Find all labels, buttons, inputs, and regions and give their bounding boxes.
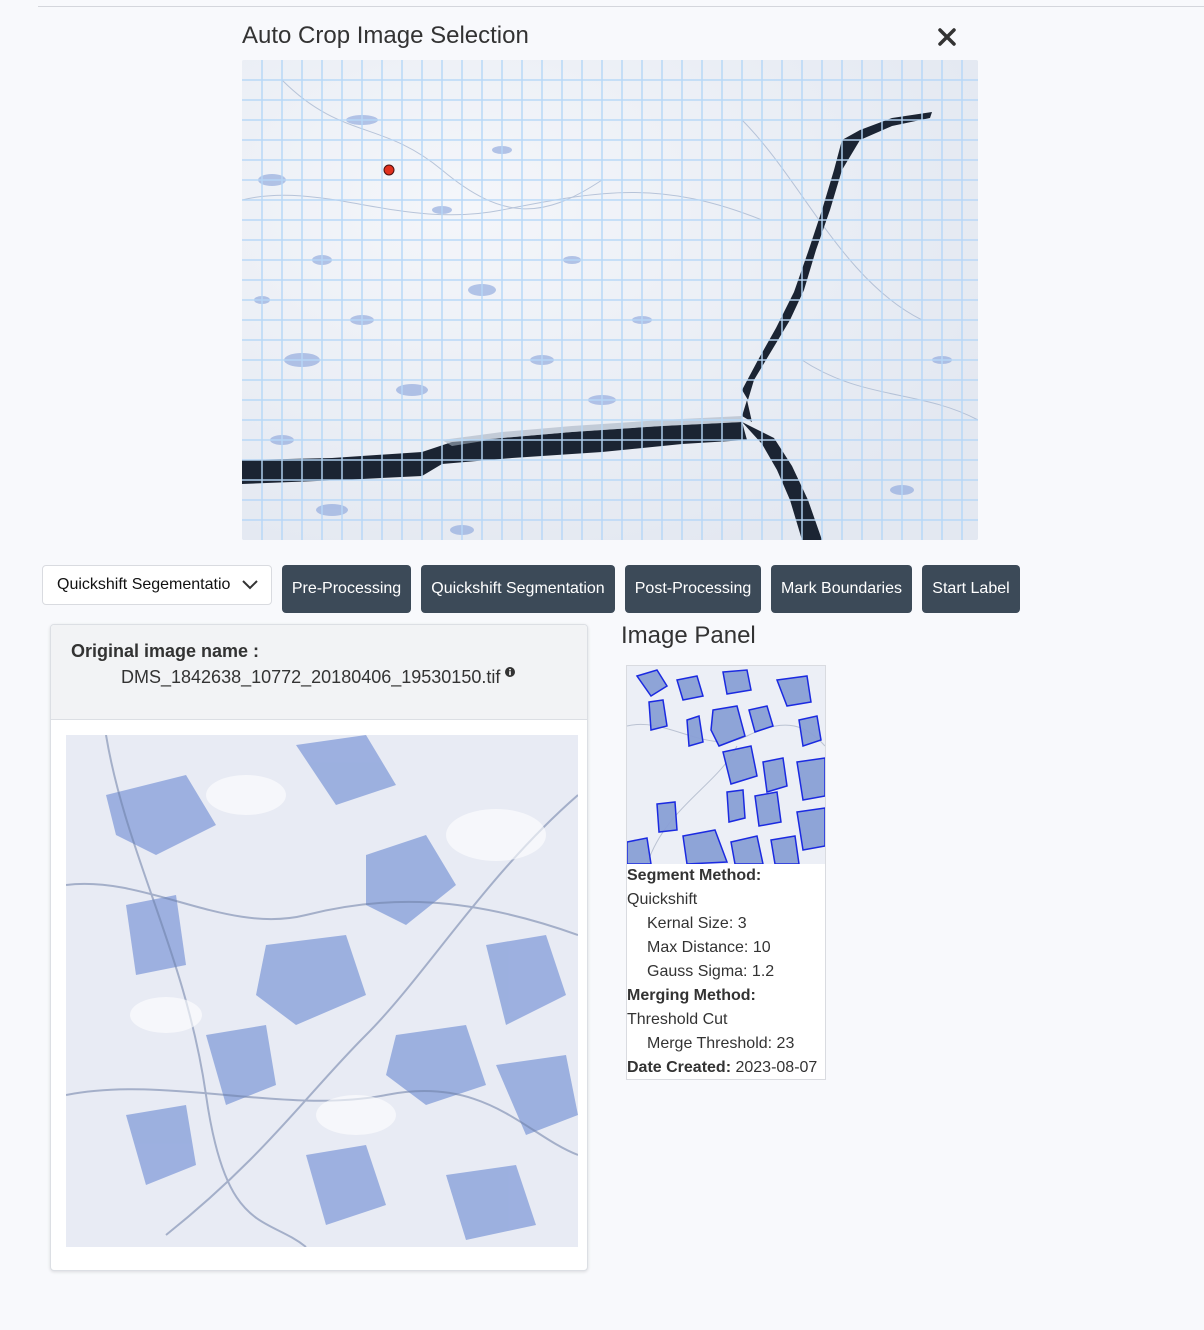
- merging-method-value: Threshold Cut: [627, 1011, 728, 1028]
- mark-boundaries-button[interactable]: Mark Boundaries: [771, 565, 912, 613]
- card-header: Original image name : DMS_1842638_10772_…: [51, 625, 587, 720]
- pre-processing-button[interactable]: Pre-Processing: [282, 565, 411, 613]
- max-distance: Max Distance: 10: [647, 939, 771, 956]
- merge-threshold: Merge Threshold: 23: [647, 1035, 795, 1052]
- segmentation-metadata: Segment Method: Quickshift Kernal Size: …: [627, 864, 817, 1080]
- segmentation-method-select[interactable]: Quickshift Segementatio: [42, 565, 272, 605]
- cropped-image: [66, 735, 578, 1247]
- close-button[interactable]: [930, 20, 964, 54]
- original-image-filename: DMS_1842638_10772_20180406_19530150.tif: [121, 667, 501, 687]
- post-processing-button[interactable]: Post-Processing: [625, 565, 761, 613]
- image-panel-title: Image Panel: [621, 622, 756, 649]
- select-value: Quickshift Segementatio: [57, 576, 231, 593]
- chevron-down-icon: [242, 580, 258, 590]
- date-created-label: Date Created:: [627, 1059, 732, 1076]
- date-created: Date Created: 2023-08-07: [627, 1056, 817, 1080]
- original-image-card: Original image name : DMS_1842638_10772_…: [50, 624, 588, 1271]
- segmentation-thumbnail[interactable]: [627, 666, 825, 864]
- info-icon[interactable]: [505, 667, 515, 677]
- top-divider: [38, 6, 1204, 7]
- crop-marker: [383, 164, 395, 176]
- segment-method-value: Quickshift: [627, 891, 698, 908]
- date-created-value: 2023-08-07: [735, 1059, 818, 1076]
- kernel-size: Kernal Size: 3: [647, 915, 747, 932]
- crop-selection-map[interactable]: [242, 60, 978, 540]
- gauss-sigma: Gauss Sigma: 1.2: [647, 963, 775, 980]
- original-image-label: Original image name :: [71, 641, 260, 661]
- modal-title: Auto Crop Image Selection: [242, 22, 529, 49]
- merging-method-label: Merging Method:: [627, 987, 756, 1004]
- close-icon: [938, 28, 956, 46]
- image-panel-item[interactable]: Segment Method: Quickshift Kernal Size: …: [626, 665, 826, 1080]
- segment-method-label: Segment Method:: [627, 867, 762, 884]
- quickshift-segmentation-button[interactable]: Quickshift Segmentation: [421, 565, 615, 613]
- start-label-button[interactable]: Start Label: [922, 565, 1020, 613]
